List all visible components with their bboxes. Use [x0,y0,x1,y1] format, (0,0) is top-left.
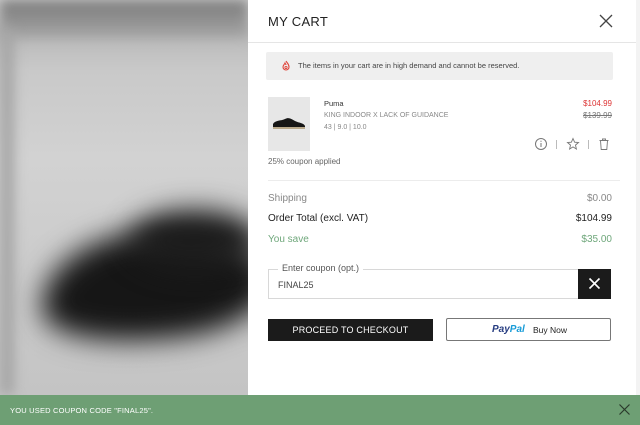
order-total-label: Order Total (excl. VAT) [268,213,369,224]
order-total-value: $104.99 [575,213,612,224]
paypal-buy-now-button[interactable]: PayPal Buy Now [446,318,611,341]
blurred-page-background [0,0,248,395]
paypal-logo-pal: Pal [509,324,525,335]
fire-icon [282,60,290,71]
coupon-input[interactable] [268,269,610,299]
paypal-logo-pay: Pay [492,324,510,335]
proceed-to-checkout-button[interactable]: PROCEED TO CHECKOUT [268,319,433,341]
background-side-blur [0,30,14,395]
product-name[interactable]: KING INDOOR X LACK OF GUIDANCE [324,112,448,119]
close-icon[interactable] [618,403,631,416]
paypal-logo: PayPal [492,324,525,335]
action-separator [588,140,589,149]
summary-divider [268,180,620,181]
cart-title: MY CART [268,14,329,29]
notice-text: The items in your cart are in high deman… [298,61,520,70]
current-price: $104.99 [583,99,612,108]
info-icon[interactable] [534,137,548,151]
star-icon[interactable] [566,137,580,151]
background-shoe-blur-upper [130,210,248,270]
paypal-button-label: Buy Now [533,325,568,335]
product-size-details: 43 | 9.0 | 10.0 [324,124,367,131]
high-demand-notice: The items in your cart are in high deman… [266,52,613,80]
scrollbar-track[interactable] [636,0,640,395]
background-header-blur [0,0,248,38]
coupon-applied-note: 25% coupon applied [268,157,341,166]
close-icon [588,277,601,290]
coupon-input-value[interactable]: FINAL25 [278,280,314,290]
original-price: $139.99 [583,111,612,120]
shoe-image [273,118,305,129]
cart-drawer: MY CART The items in your cart are in hi… [248,0,640,395]
close-icon[interactable] [598,13,614,29]
coupon-toast: YOU USED COUPON CODE "FINAL25". [0,395,640,425]
toast-message: YOU USED COUPON CODE "FINAL25". [10,406,154,415]
action-separator [556,140,557,149]
savings-label: You save [268,234,309,245]
trash-icon[interactable] [597,137,611,151]
product-brand[interactable]: Puma [324,99,344,108]
shipping-value: $0.00 [586,193,612,204]
savings-value: $35.00 [581,234,612,245]
header-divider [248,42,640,43]
product-thumbnail[interactable] [268,97,310,151]
remove-coupon-button[interactable] [578,269,611,299]
coupon-input-label: Enter coupon (opt.) [278,263,364,273]
shipping-label: Shipping [268,193,307,204]
